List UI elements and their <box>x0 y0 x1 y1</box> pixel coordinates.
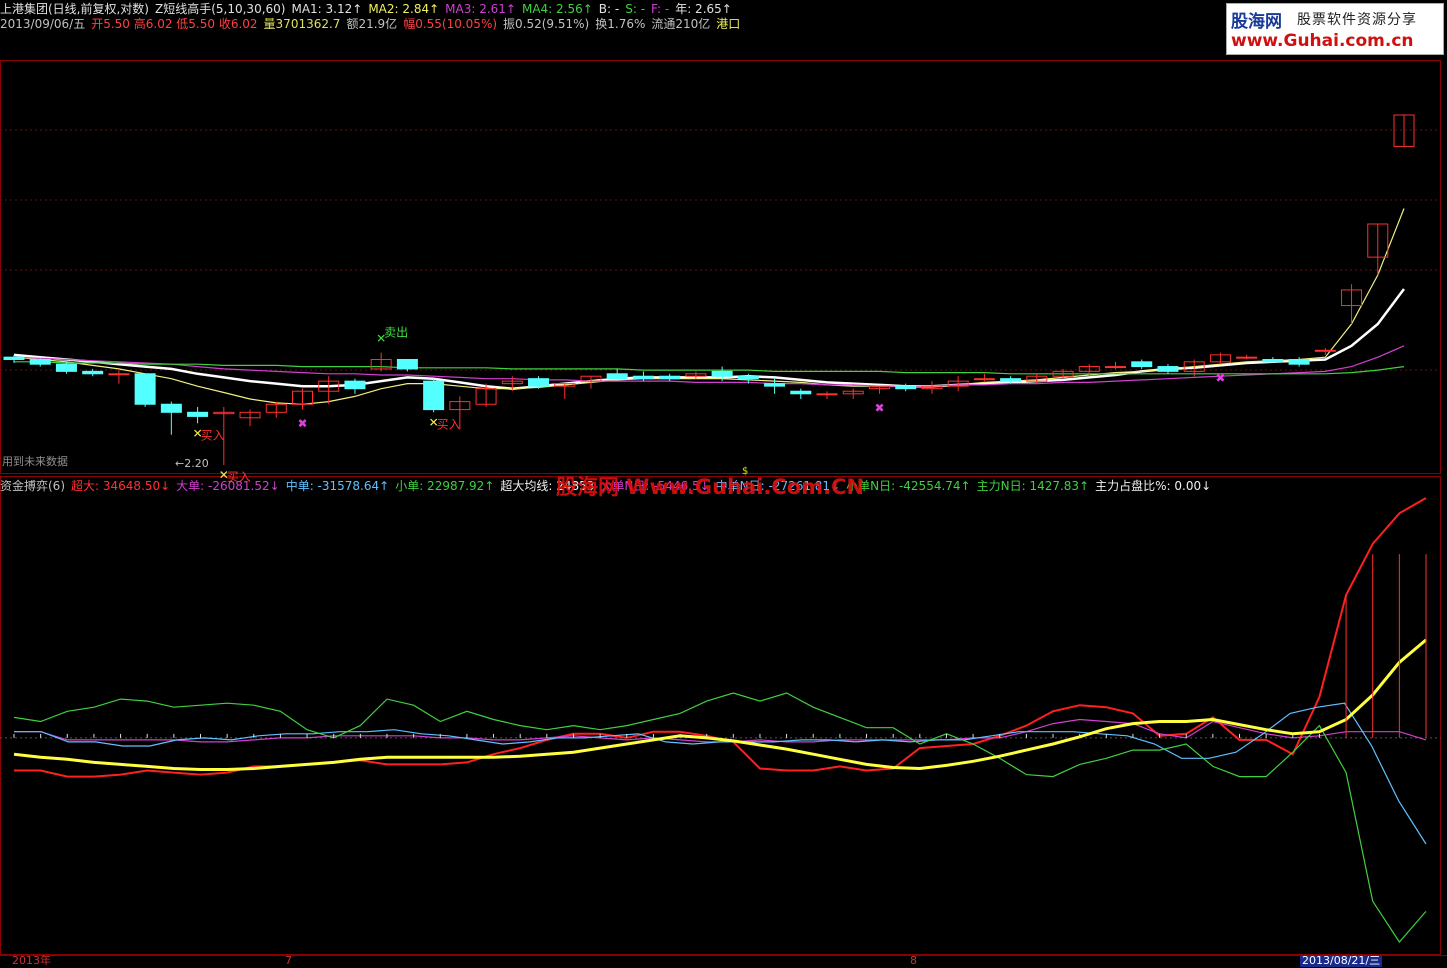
signal-label-2: 买入 <box>437 417 461 431</box>
candle-body <box>1314 349 1336 352</box>
candle-body <box>3 356 25 360</box>
candle-4 <box>108 368 130 384</box>
watermark: 股海网 Www.Guhai.Com.CN <box>556 475 865 499</box>
candle-44 <box>1157 364 1179 374</box>
candle-16 <box>423 378 445 413</box>
indicator-line-小单 <box>13 692 1427 943</box>
candle-6 <box>160 401 182 435</box>
trade-signals: ✕买入✕买入✕买入✕卖出✖✖✖ <box>193 326 1226 484</box>
candle-52 <box>1367 223 1389 275</box>
indicator-line-超大 <box>14 497 1427 778</box>
candle-body <box>108 373 130 376</box>
indicator-item-0: 资金搏弈(6) <box>0 479 65 493</box>
candle-body <box>659 375 681 380</box>
candle-body <box>396 358 418 370</box>
axis-label-july: 7 <box>285 954 292 967</box>
candle-33 <box>868 385 890 394</box>
candle-30 <box>790 388 812 399</box>
candle-25 <box>659 373 681 382</box>
candle-body <box>711 370 733 377</box>
candle-body <box>764 383 786 387</box>
candle-51 <box>1341 284 1363 325</box>
candle-body <box>790 390 812 395</box>
candle-7 <box>187 406 209 424</box>
candle-14 <box>370 352 392 372</box>
candle-body <box>1236 356 1258 359</box>
candlesticks <box>3 114 1415 465</box>
candle-10 <box>265 401 287 418</box>
indicator-item-8: 小单N日: -42554.74↑ <box>846 479 971 493</box>
overlay-mark: $ <box>742 466 749 477</box>
magenta-mark-0: ✖ <box>297 417 307 431</box>
candle-5 <box>134 373 156 407</box>
candle-37 <box>973 373 995 382</box>
date-axis <box>0 955 1447 968</box>
candle-48 <box>1262 357 1284 363</box>
candle-body <box>895 385 917 390</box>
candle-2 <box>55 361 77 374</box>
candle-46 <box>1209 352 1231 365</box>
date-cursor-label: 2013/08/21/三 <box>1300 954 1383 967</box>
candle-32 <box>842 388 864 399</box>
magenta-mark-1: ✖ <box>874 401 884 415</box>
signal-label-0: 买入 <box>201 428 225 442</box>
indicator-item-3: 中单: -31578.64↑ <box>285 479 390 493</box>
candle-body <box>1262 358 1284 363</box>
candle-24 <box>632 371 654 382</box>
candle-body <box>187 411 209 417</box>
candle-body <box>423 380 445 411</box>
axis-label-august: 8 <box>910 954 917 967</box>
candle-body <box>606 373 628 380</box>
candle-body <box>160 403 182 413</box>
axis-label-start: 2013年 <box>12 954 51 967</box>
candle-body <box>29 358 51 365</box>
indicator-item-1: 超大: 34648.50↓ <box>71 479 171 493</box>
candle-body <box>55 363 77 372</box>
candle-body <box>344 380 366 390</box>
signal-label-3: 卖出 <box>384 326 408 340</box>
indicator-line-超大均线 <box>13 638 1427 771</box>
indicator-item-9: 主力N日: 1427.83↑ <box>976 479 1090 493</box>
candle-body <box>528 378 550 387</box>
candle-13 <box>344 378 366 394</box>
candle-42 <box>1105 361 1127 369</box>
candle-body <box>1000 378 1022 382</box>
candle-31 <box>816 391 838 399</box>
indicator-lines <box>13 497 1427 943</box>
low-price-label: ←2.20 <box>175 457 209 470</box>
moving-average-lines <box>13 208 1406 405</box>
indicator-item-10: 主力占盘比%: 0.00↓ <box>1095 479 1212 493</box>
indicator-item-4: 小单: 22987.92↑ <box>395 479 495 493</box>
candle-43 <box>1131 359 1153 369</box>
candle-body <box>1105 366 1127 369</box>
candle-47 <box>1236 354 1258 360</box>
candle-body <box>632 375 654 380</box>
magenta-mark-2: ✖ <box>1215 371 1225 385</box>
indicator-item-2: 大单: -26081.52↓ <box>176 479 280 493</box>
candle-35 <box>921 381 943 394</box>
candle-body <box>973 378 995 381</box>
candle-body <box>1131 361 1153 368</box>
candle-body <box>82 370 104 375</box>
ma-line-MA2 <box>13 208 1405 405</box>
candle-body <box>816 393 838 396</box>
candle-53 <box>1393 114 1415 147</box>
candle-21 <box>554 383 576 399</box>
candle-body <box>737 375 759 380</box>
future-data-note: 用到未来数据 <box>2 455 68 468</box>
candle-11 <box>291 388 313 410</box>
candle-9 <box>239 409 261 427</box>
candle-body <box>1288 358 1310 365</box>
candle-body <box>1157 366 1179 372</box>
candle-body <box>134 373 156 405</box>
